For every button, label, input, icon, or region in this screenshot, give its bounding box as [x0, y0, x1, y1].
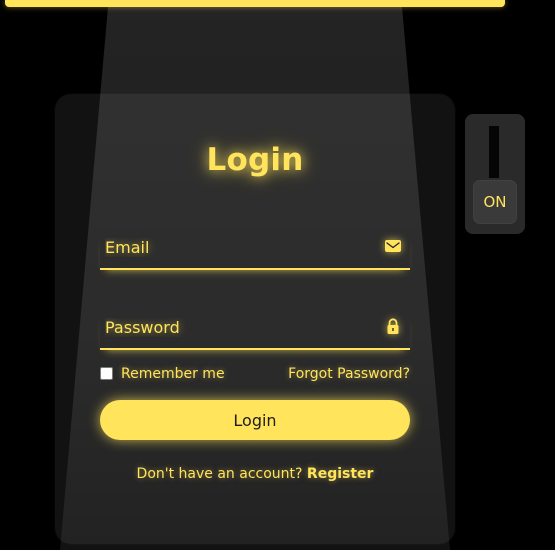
switch-track — [489, 126, 499, 178]
lock-icon — [387, 318, 399, 334]
page: Login Remember me Forgot Password? Log — [0, 0, 555, 550]
register-link[interactable]: Register — [307, 466, 374, 482]
remember-label: Remember me — [121, 366, 225, 382]
envelope-icon — [385, 240, 401, 252]
remember-checkbox[interactable] — [100, 366, 113, 380]
options-row: Remember me Forgot Password? — [100, 364, 410, 384]
remember-me[interactable]: Remember me — [100, 364, 225, 384]
light-switch: ON — [465, 114, 525, 234]
lamp-bar — [5, 0, 505, 7]
switch-toggle-button[interactable]: ON — [473, 180, 517, 224]
email-field-wrapper — [100, 232, 410, 270]
login-card: Login Remember me Forgot Password? Log — [55, 94, 455, 544]
email-input[interactable] — [100, 232, 375, 262]
password-field-wrapper — [100, 312, 410, 350]
forgot-password-link[interactable]: Forgot Password? — [288, 364, 410, 384]
register-prompt-text: Don't have an account? — [136, 466, 307, 482]
password-input[interactable] — [100, 312, 375, 342]
register-prompt: Don't have an account? Register — [55, 466, 455, 482]
login-title: Login — [206, 142, 304, 178]
login-button[interactable]: Login — [100, 400, 410, 440]
